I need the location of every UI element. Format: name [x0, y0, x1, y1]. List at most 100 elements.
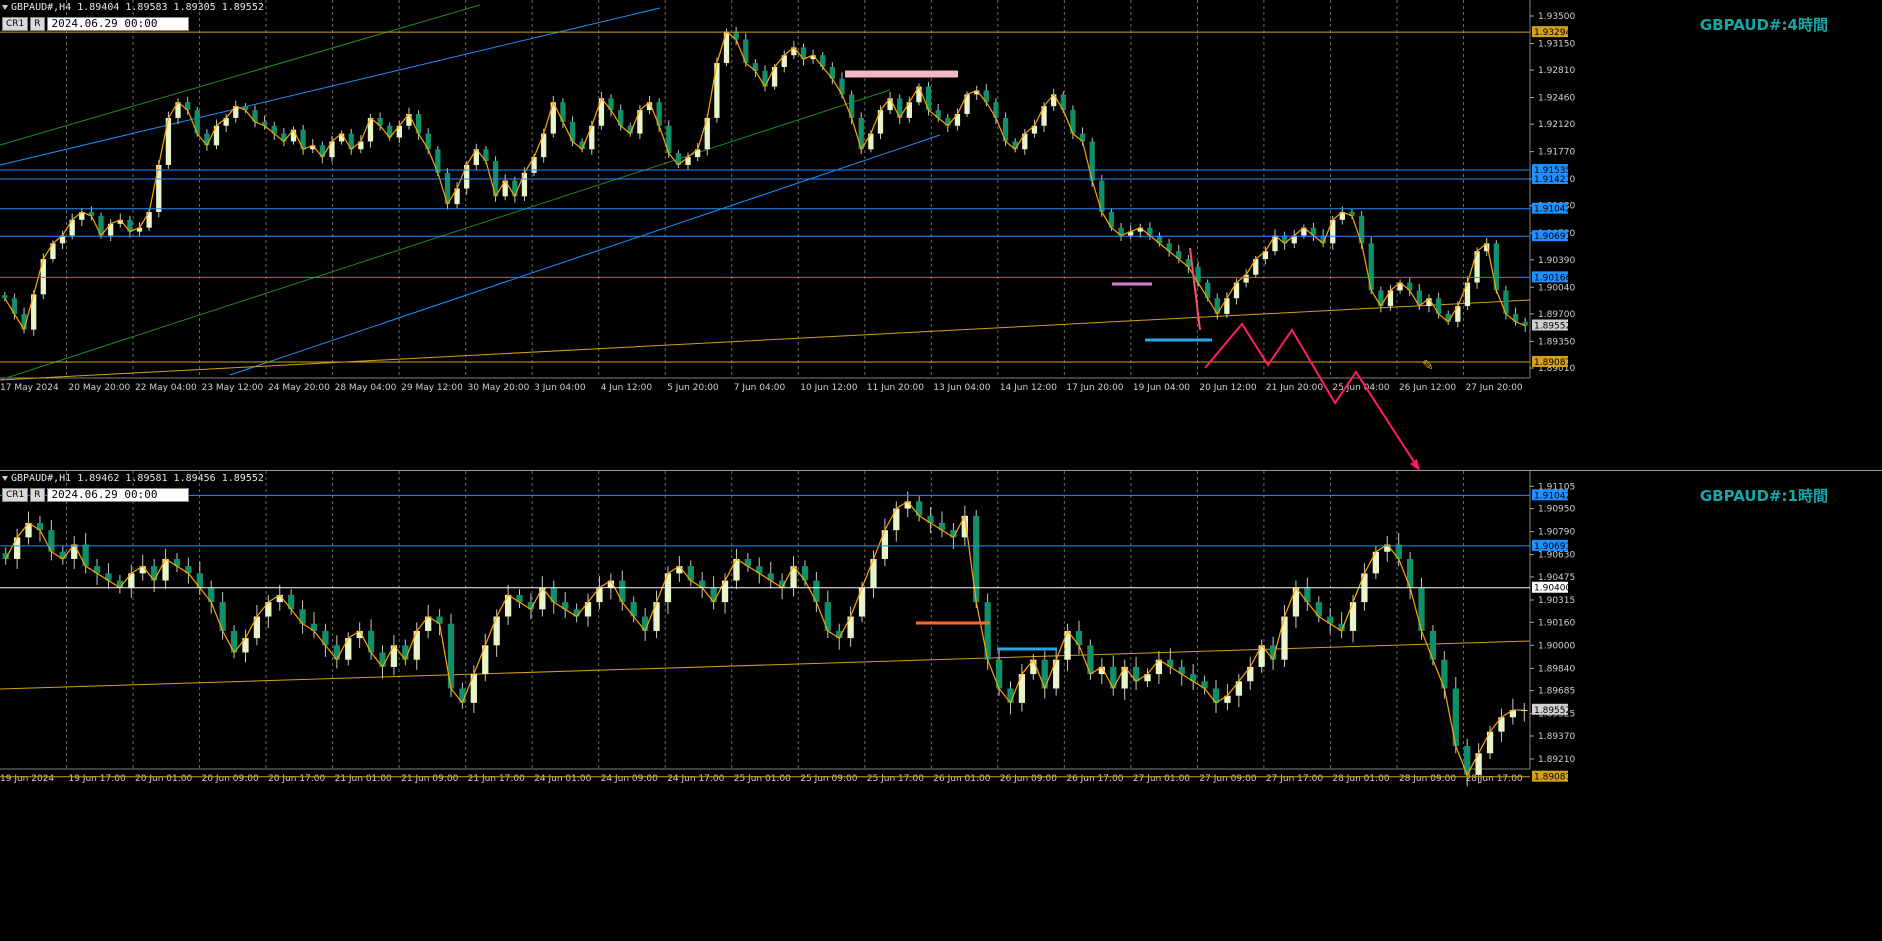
- h4-chart-header: GBPAUD#,H4 1.89404 1.89583 1.89305 1.895…: [2, 2, 264, 13]
- y-tick-label: 1.89210: [1538, 755, 1575, 765]
- x-tick-label: 20 Jun 01:00: [135, 774, 192, 784]
- x-tick-label: 25 Jun 01:00: [734, 774, 791, 784]
- h1-header-text: GBPAUD#,H1 1.89462 1.89581 1.89456 1.895…: [11, 473, 264, 484]
- x-tick-label: 21 Jun 20:00: [1266, 383, 1323, 393]
- h4-date-box[interactable]: 2024.06.29 00:00: [46, 17, 189, 31]
- y-tick-label: 1.92810: [1538, 66, 1575, 76]
- x-tick-label: 30 May 20:00: [468, 383, 530, 393]
- y-tick-label: 1.90040: [1538, 283, 1575, 293]
- y-tick-label: 1.90160: [1538, 618, 1575, 628]
- x-tick-label: 26 Jun 01:00: [933, 774, 990, 784]
- x-tick-label: 25 Jun 17:00: [867, 774, 924, 784]
- x-tick-label: 27 Jun 09:00: [1199, 774, 1256, 784]
- x-tick-label: 28 Jun 09:00: [1399, 774, 1456, 784]
- x-tick-label: 4 Jun 12:00: [601, 383, 653, 393]
- y-tick-label: 1.93150: [1538, 39, 1575, 49]
- y-tick-label: 1.89370: [1538, 732, 1575, 742]
- price-level-label: 1.89552: [1534, 322, 1571, 332]
- h1-button-row: CR1 R 2024.06.29 00:00: [2, 488, 189, 502]
- x-tick-label: 28 Jun 17:00: [1465, 774, 1522, 784]
- x-tick-label: 7 Jun 04:00: [734, 383, 786, 393]
- x-tick-label: 26 Jun 12:00: [1399, 383, 1456, 393]
- x-tick-label: 21 Jun 01:00: [335, 774, 392, 784]
- x-tick-label: 24 May 20:00: [268, 383, 330, 393]
- y-tick-label: 1.92120: [1538, 120, 1575, 130]
- h4-button-row: CR1 R 2024.06.29 00:00: [2, 17, 189, 31]
- y-tick-label: 1.90950: [1538, 505, 1575, 515]
- x-tick-label: 24 Jun 09:00: [601, 774, 658, 784]
- y-tick-label: 1.91770: [1538, 148, 1575, 158]
- h1-chart-title: GBPAUD#:1時間: [1699, 487, 1828, 505]
- x-tick-label: 14 Jun 12:00: [1000, 383, 1057, 393]
- x-tick-label: 13 Jun 04:00: [933, 383, 990, 393]
- x-tick-label: 21 Jun 17:00: [468, 774, 525, 784]
- h1-chart-panel[interactable]: 19 Jun 2024 19 Jun 17:00 20 Jun 01:00 20 Ju…: [0, 471, 1882, 941]
- x-tick-label: 27 Jun 20:00: [1465, 383, 1522, 393]
- h4-chart-svg: 17 May 2024 20 May 20:00 22 May 04:00 23 Ma…: [0, 0, 1882, 470]
- h1-r-button[interactable]: R: [30, 488, 45, 502]
- x-tick-label: 20 Jun 09:00: [202, 774, 259, 784]
- x-tick-label: 25 Jun 09:00: [800, 774, 857, 784]
- y-tick-label: 1.90390: [1538, 256, 1575, 266]
- x-tick-label: 29 May 12:00: [401, 383, 463, 393]
- x-tick-label: 20 May 20:00: [69, 383, 131, 393]
- h4-r-button[interactable]: R: [30, 17, 45, 31]
- y-tick-label: 1.89840: [1538, 664, 1575, 674]
- price-level-label: 1.91421: [1534, 175, 1571, 185]
- h1-chart-header: GBPAUD#,H1 1.89462 1.89581 1.89456 1.895…: [2, 473, 264, 484]
- h1-date-box[interactable]: 2024.06.29 00:00: [46, 488, 189, 502]
- x-tick-label: 26 Jun 17:00: [1066, 774, 1123, 784]
- x-tick-label: 11 Jun 20:00: [867, 383, 924, 393]
- candle-body: [2, 295, 8, 299]
- x-tick-label: 27 Jun 17:00: [1266, 774, 1323, 784]
- x-tick-label: 28 Jun 01:00: [1332, 774, 1389, 784]
- x-tick-label: 26 Jun 09:00: [1000, 774, 1057, 784]
- x-tick-label: 24 Jun 17:00: [667, 774, 724, 784]
- x-tick-label: 28 May 04:00: [335, 383, 397, 393]
- x-tick-label: 27 Jun 01:00: [1133, 774, 1190, 784]
- y-tick-label: 1.90630: [1538, 551, 1575, 561]
- y-tick-label: 1.90315: [1538, 596, 1575, 606]
- x-tick-label: 20 Jun 12:00: [1199, 383, 1256, 393]
- x-tick-label: 23 May 12:00: [202, 383, 264, 393]
- x-tick-label: 3 Jun 04:00: [534, 383, 586, 393]
- x-tick-label: 19 Jun 04:00: [1133, 383, 1190, 393]
- h4-chart-panel[interactable]: 17 May 2024 20 May 20:00 22 May 04:00 23 Ma…: [0, 0, 1882, 470]
- x-tick-label: 20 Jun 17:00: [268, 774, 325, 784]
- x-tick-label: 24 Jun 01:00: [534, 774, 591, 784]
- y-tick-label: 1.90790: [1538, 528, 1575, 538]
- price-level-label: 1.89552: [1534, 706, 1571, 716]
- x-tick-label: 19 Jun 17:00: [69, 774, 126, 784]
- price-level-label: 1.91042: [1534, 491, 1571, 501]
- x-tick-label: 21 Jun 09:00: [401, 774, 458, 784]
- x-tick-label: 10 Jun 12:00: [800, 383, 857, 393]
- y-tick-label: 1.89350: [1538, 337, 1575, 347]
- y-tick-label: 1.92460: [1538, 94, 1575, 104]
- price-level-label: 1.90166: [1534, 273, 1571, 283]
- collapse-triangle-icon[interactable]: [2, 475, 8, 481]
- x-tick-label: 19 Jun 2024: [0, 774, 54, 784]
- price-level-label: 1.89087: [1534, 358, 1571, 368]
- collapse-triangle-icon[interactable]: [2, 4, 8, 10]
- price-level-label: 1.89087: [1534, 773, 1571, 783]
- y-tick-label: 1.90475: [1538, 573, 1575, 583]
- h4-cr1-button[interactable]: CR1: [2, 17, 29, 31]
- price-level-label: 1.93294: [1534, 28, 1571, 38]
- h4-chart-title: GBPAUD#:4時間: [1699, 16, 1828, 34]
- x-tick-label: 17 Jun 20:00: [1066, 383, 1123, 393]
- h1-cr1-button[interactable]: CR1: [2, 488, 29, 502]
- price-level-label: 1.90400: [1534, 584, 1571, 594]
- x-tick-label: 22 May 04:00: [135, 383, 197, 393]
- x-tick-label: 25 Jun 04:00: [1332, 383, 1389, 393]
- h4-header-text: GBPAUD#,H4 1.89404 1.89583 1.89305 1.895…: [11, 2, 264, 13]
- y-tick-label: 1.90000: [1538, 641, 1575, 651]
- y-tick-label: 1.89685: [1538, 687, 1575, 697]
- price-level-label: 1.91042: [1534, 205, 1571, 215]
- price-level-label: 1.90691: [1534, 232, 1571, 242]
- h1-chart-svg: 19 Jun 2024 19 Jun 17:00 20 Jun 01:00 20 Ju…: [0, 471, 1882, 941]
- y-tick-label: 1.89700: [1538, 310, 1575, 320]
- x-tick-label: 17 May 2024: [0, 383, 59, 393]
- chart-background: [0, 471, 1882, 941]
- y-tick-label: 1.93500: [1538, 12, 1575, 22]
- price-level-label: 1.90691: [1534, 542, 1571, 552]
